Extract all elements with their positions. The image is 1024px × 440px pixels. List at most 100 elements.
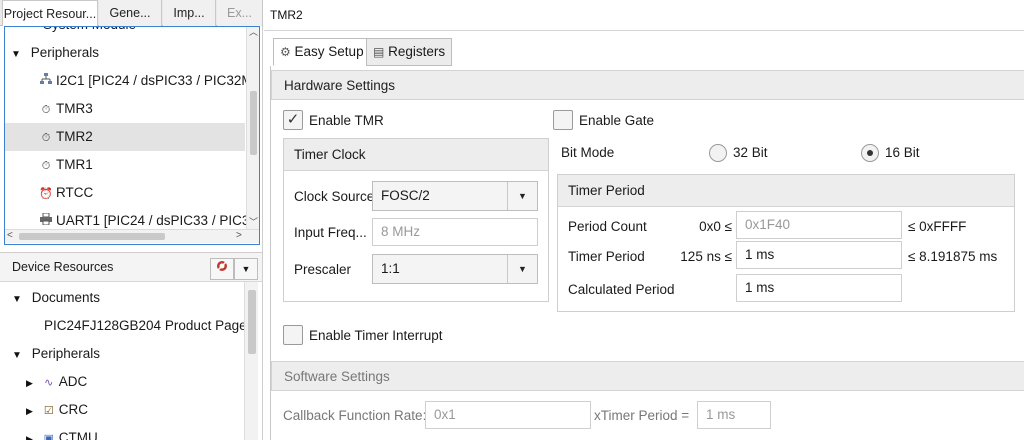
tab-project-resources[interactable]: Project Resour... — [2, 0, 98, 26]
scroll-up-arrow-icon[interactable]: ︿ — [249, 27, 258, 38]
tree-group-peripherals[interactable]: ▼ Peripherals — [11, 39, 99, 67]
expanded-triangle-icon[interactable]: ▼ — [11, 41, 21, 69]
chip-check-icon: ☑ — [43, 405, 54, 417]
tree-item-label: CTMU — [58, 430, 98, 440]
tab-label: Registers — [388, 44, 446, 59]
enable-gate-label: Enable Gate — [579, 113, 655, 128]
tree-item-label: RTCC — [56, 185, 94, 200]
radio-16-bit-label: 16 Bit — [885, 145, 920, 160]
tab-label: Easy Setup — [294, 44, 364, 59]
table-icon: ▤ — [373, 45, 385, 59]
timer-clock-box: Timer Clock Clock Source FOSC/2 ▼ Input … — [283, 138, 549, 302]
alarm-clock-icon: ⏰ — [39, 188, 53, 200]
tab-registers[interactable]: ▤ Registers — [366, 38, 453, 66]
radio-16-bit[interactable] — [861, 144, 879, 162]
timer-icon: ⏱ — [41, 160, 51, 172]
input-freq-label: Input Freq... — [294, 225, 367, 240]
tree-item-i2c1[interactable]: I2C1 [PIC24 / dsPIC33 / PIC32M — [39, 67, 259, 96]
timer-period-label: Timer Period — [568, 249, 645, 264]
tree-item-system-module[interactable]: System Module — [43, 27, 136, 35]
enable-tmr-checkbox[interactable]: ✓ — [283, 110, 303, 130]
timer-icon: ⏱ — [41, 132, 51, 144]
scrollbar-thumb[interactable] — [248, 290, 256, 354]
select-value: FOSC/2 — [381, 188, 430, 203]
product-page-link[interactable]: PIC24FJ128GB204 Product Page — [44, 312, 247, 340]
period-count-field[interactable]: 0x1F40 — [736, 211, 902, 239]
prescaler-label: Prescaler — [294, 262, 352, 277]
tab-export[interactable]: Ex... — [217, 0, 263, 26]
tree-group-label: Peripherals — [30, 45, 100, 60]
tree-item-tmr2[interactable]: ⏱ TMR2 — [5, 123, 245, 151]
bit-mode-label: Bit Mode — [561, 145, 615, 160]
tree-horizontal-scrollbar[interactable]: < > — [5, 229, 259, 243]
tab-import[interactable]: Imp... — [163, 0, 216, 26]
collapsed-triangle-icon[interactable]: ▶ — [26, 369, 36, 397]
resource-tabs: Project Resour... Gene... Imp... Ex... — [0, 0, 263, 26]
device-vertical-scrollbar[interactable] — [244, 282, 258, 440]
expanded-triangle-icon[interactable]: ▼ — [12, 342, 22, 370]
tree-item-label: TMR1 — [56, 157, 93, 172]
scroll-down-arrow-icon[interactable]: ﹀ — [249, 215, 258, 228]
tab-easy-setup[interactable]: ⚙ Easy Setup — [273, 38, 371, 66]
chevron-down-icon: ▼ — [241, 264, 251, 274]
chevron-down-icon[interactable]: ▼ — [507, 182, 537, 210]
no-filter-icon — [216, 261, 228, 275]
module-icon: ▣ — [43, 433, 54, 440]
period-count-label: Period Count — [568, 219, 647, 234]
timer-icon: ⏱ — [41, 104, 51, 116]
tree-item-label: TMR2 — [56, 129, 93, 144]
tree-item-tmr3[interactable]: ⏱ TMR3 — [39, 95, 93, 123]
scroll-right-arrow-icon[interactable]: > — [236, 230, 242, 241]
timer-period-min: 125 ns ≤ — [680, 249, 732, 264]
device-item-crc[interactable]: ▶ ☑ CRC — [26, 396, 88, 424]
tree-group-peripherals[interactable]: ▼ Peripherals — [12, 340, 100, 368]
radio-32-bit-label: 32 Bit — [733, 145, 768, 160]
tree-item-rtcc[interactable]: ⏰ RTCC — [39, 179, 93, 207]
timer-period-max: ≤ 8.191875 ms — [908, 249, 998, 264]
collapsed-triangle-icon[interactable]: ▶ — [26, 425, 36, 440]
tree-vertical-scrollbar[interactable]: ︿ ﹀ — [246, 27, 259, 229]
expanded-triangle-icon[interactable]: ▼ — [12, 286, 22, 314]
editor-title: TMR2 — [270, 8, 303, 22]
checkmark-icon: ✓ — [286, 111, 300, 128]
scrollbar-thumb[interactable] — [19, 233, 165, 240]
network-icon — [39, 68, 53, 96]
input-freq-field: 8 MHz — [372, 218, 538, 246]
select-value: 1:1 — [381, 261, 400, 276]
device-resources-tree: ▼ Documents PIC24FJ128GB204 Product Page… — [0, 282, 262, 440]
filter-button[interactable] — [210, 258, 234, 280]
prescaler-select[interactable]: 1:1 ▼ — [372, 254, 538, 284]
tree-item-tmr1[interactable]: ⏱ TMR1 — [39, 151, 93, 179]
radio-32-bit[interactable] — [709, 144, 727, 162]
dropdown-button[interactable]: ▼ — [234, 258, 258, 280]
tree-group-label: Documents — [31, 290, 101, 305]
tree-item-label: I2C1 [PIC24 / dsPIC33 / PIC32M — [56, 73, 253, 88]
waveform-icon: ∿ — [44, 377, 54, 389]
device-item-ctmu[interactable]: ▶ ▣ CTMU — [26, 424, 98, 440]
chevron-down-icon[interactable]: ▼ — [507, 255, 537, 283]
device-item-adc[interactable]: ▶ ∿ ADC — [26, 368, 87, 396]
calculated-period-label: Calculated Period — [568, 282, 675, 297]
device-resources-title: Device Resources — [12, 260, 114, 274]
period-count-min: 0x0 ≤ — [699, 219, 732, 234]
clock-source-select[interactable]: FOSC/2 ▼ — [372, 181, 538, 211]
timer-period-field[interactable]: 1 ms — [736, 241, 902, 269]
enable-gate-checkbox[interactable] — [553, 110, 573, 130]
timer-period-header: Timer Period — [558, 175, 1014, 207]
collapsed-triangle-icon[interactable]: ▶ — [26, 397, 36, 425]
tree-item-label: UART1 [PIC24 / dsPIC33 / PIC32 — [56, 213, 249, 228]
xtimer-period-label: xTimer Period = — [594, 408, 690, 423]
enable-tmr-label: Enable TMR — [309, 113, 384, 128]
scrollbar-thumb[interactable] — [250, 91, 257, 155]
project-resources-tree: System Module ▼ Peripherals I2C1 [PIC24 … — [4, 26, 260, 245]
hardware-settings-header: Hardware Settings — [271, 70, 1024, 100]
clock-source-label: Clock Source — [294, 189, 375, 204]
tab-general[interactable]: Gene... — [99, 0, 162, 26]
enable-timer-interrupt-checkbox[interactable] — [283, 325, 303, 345]
enable-timer-interrupt-label: Enable Timer Interrupt — [309, 328, 443, 343]
tree-group-documents[interactable]: ▼ Documents — [12, 284, 100, 312]
callback-rate-field[interactable]: 0x1 — [425, 401, 591, 429]
tree-item-label: ADC — [58, 374, 88, 389]
scroll-left-arrow-icon[interactable]: < — [7, 230, 13, 241]
calculated-period-field: 1 ms — [736, 274, 902, 302]
